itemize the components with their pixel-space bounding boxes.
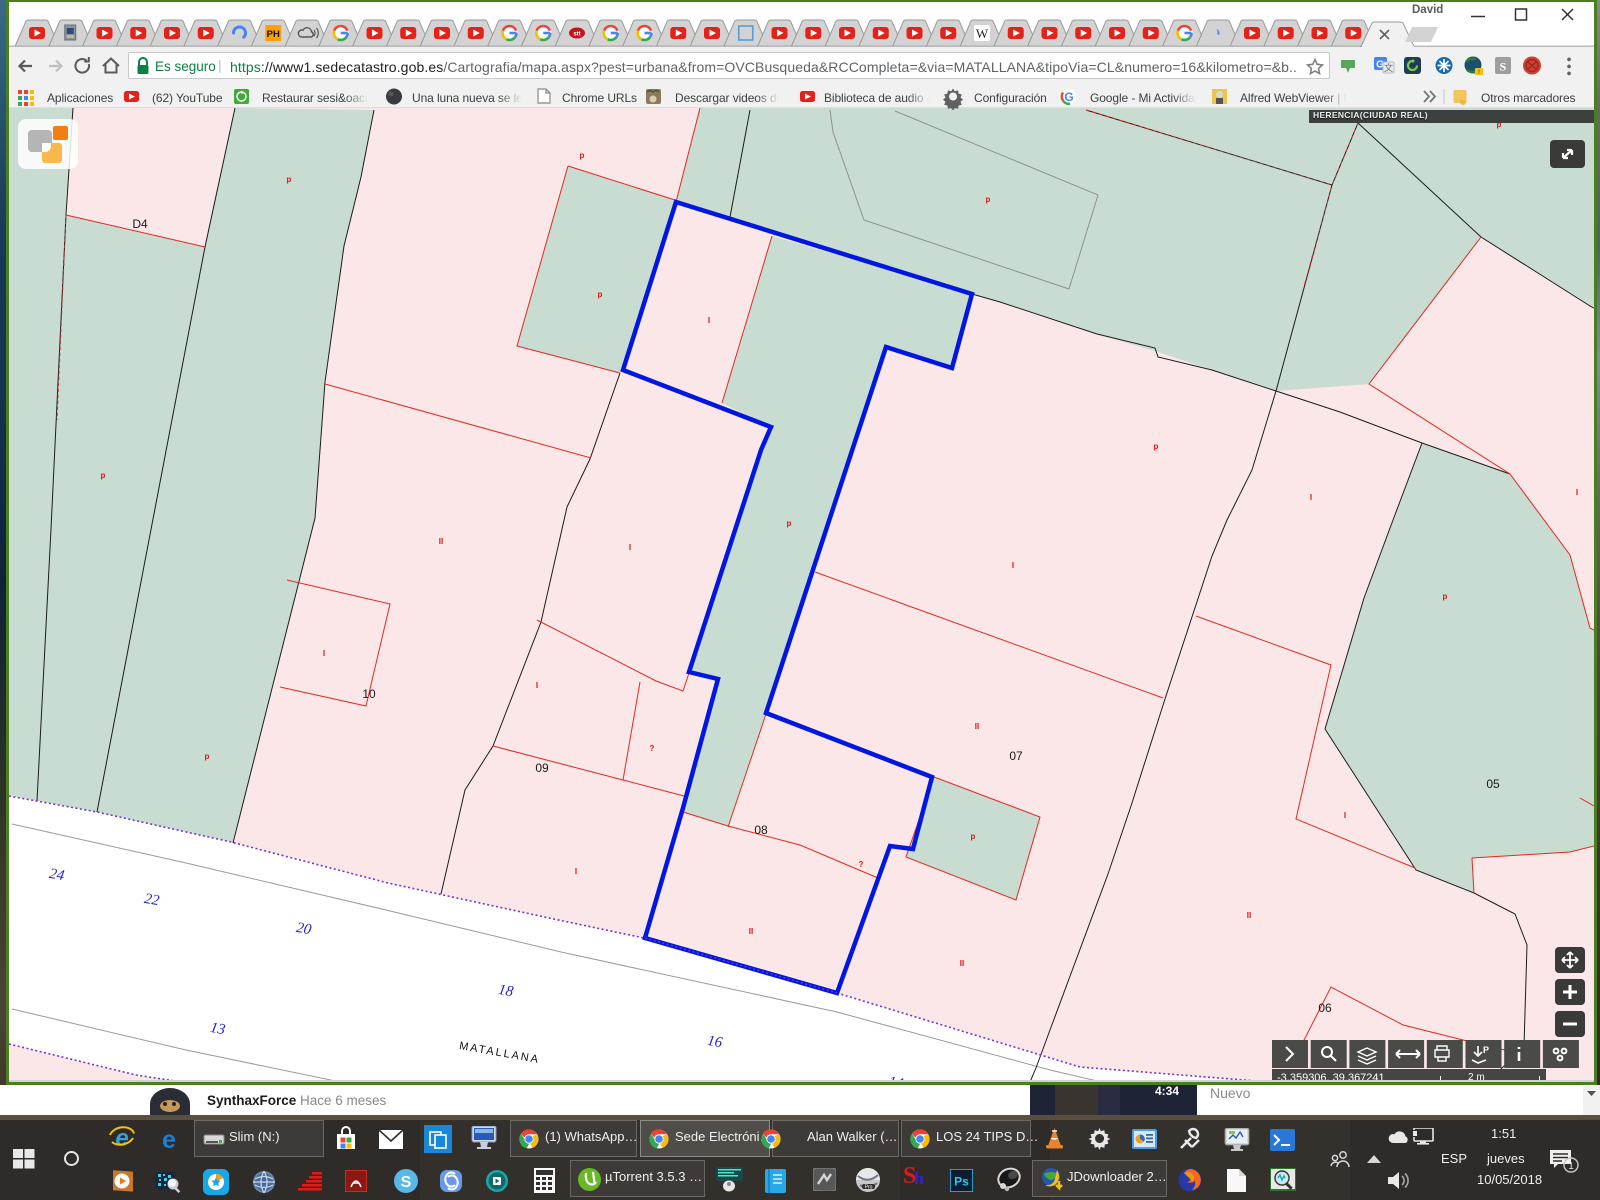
svg-text:p: p	[598, 290, 603, 299]
svg-text:p: p	[1154, 442, 1159, 451]
svg-text:p: p	[287, 175, 292, 184]
svg-text:I: I	[1576, 488, 1578, 497]
svg-text:II: II	[749, 927, 753, 936]
svg-text:10: 10	[362, 687, 376, 701]
svg-text:!: !	[1478, 69, 1480, 76]
svg-text:S: S	[401, 1174, 412, 1191]
svg-text:p: p	[101, 471, 106, 480]
svg-text:I: I	[323, 649, 325, 658]
svg-text:08: 08	[754, 823, 768, 837]
svg-text:p: p	[787, 519, 792, 528]
svg-text:II: II	[439, 537, 443, 546]
svg-text:p: p	[971, 832, 976, 841]
svg-text:09: 09	[535, 761, 549, 775]
svg-text:e: e	[162, 1127, 176, 1151]
svg-text:I: I	[575, 867, 577, 876]
svg-text:I: I	[629, 543, 631, 552]
svg-text:II: II	[975, 722, 979, 731]
svg-text:?: ?	[859, 860, 864, 869]
svg-text:p: p	[205, 752, 210, 761]
svg-text:?: ?	[650, 744, 655, 753]
svg-text:07: 07	[1009, 749, 1023, 763]
svg-text:06: 06	[1318, 1001, 1332, 1015]
svg-text:p: p	[580, 151, 585, 160]
svg-text:D4: D4	[132, 217, 148, 231]
svg-text:I: I	[1344, 811, 1346, 820]
svg-text:W: W	[976, 26, 989, 41]
svg-text:I: I	[708, 316, 710, 325]
svg-text:II: II	[1247, 911, 1251, 920]
svg-text:Pro: Pro	[865, 1185, 873, 1191]
svg-text:05: 05	[1486, 777, 1500, 791]
svg-text:I: I	[1310, 493, 1312, 502]
svg-text:1: 1	[1568, 1161, 1574, 1172]
svg-text:I: I	[536, 681, 538, 690]
svg-text:P: P	[1483, 1045, 1489, 1055]
svg-text:PH: PH	[267, 29, 280, 40]
svg-text:stt: stt	[573, 32, 580, 38]
svg-text:Ps: Ps	[954, 1175, 969, 1189]
svg-text:13: 13	[209, 1020, 227, 1038]
svg-text:p: p	[986, 195, 991, 204]
svg-text:p: p	[1443, 592, 1448, 601]
svg-text:I: I	[1012, 561, 1014, 570]
svg-text:文: 文	[1384, 62, 1393, 73]
svg-text:II: II	[960, 959, 964, 968]
svg-text:S: S	[1500, 60, 1507, 74]
